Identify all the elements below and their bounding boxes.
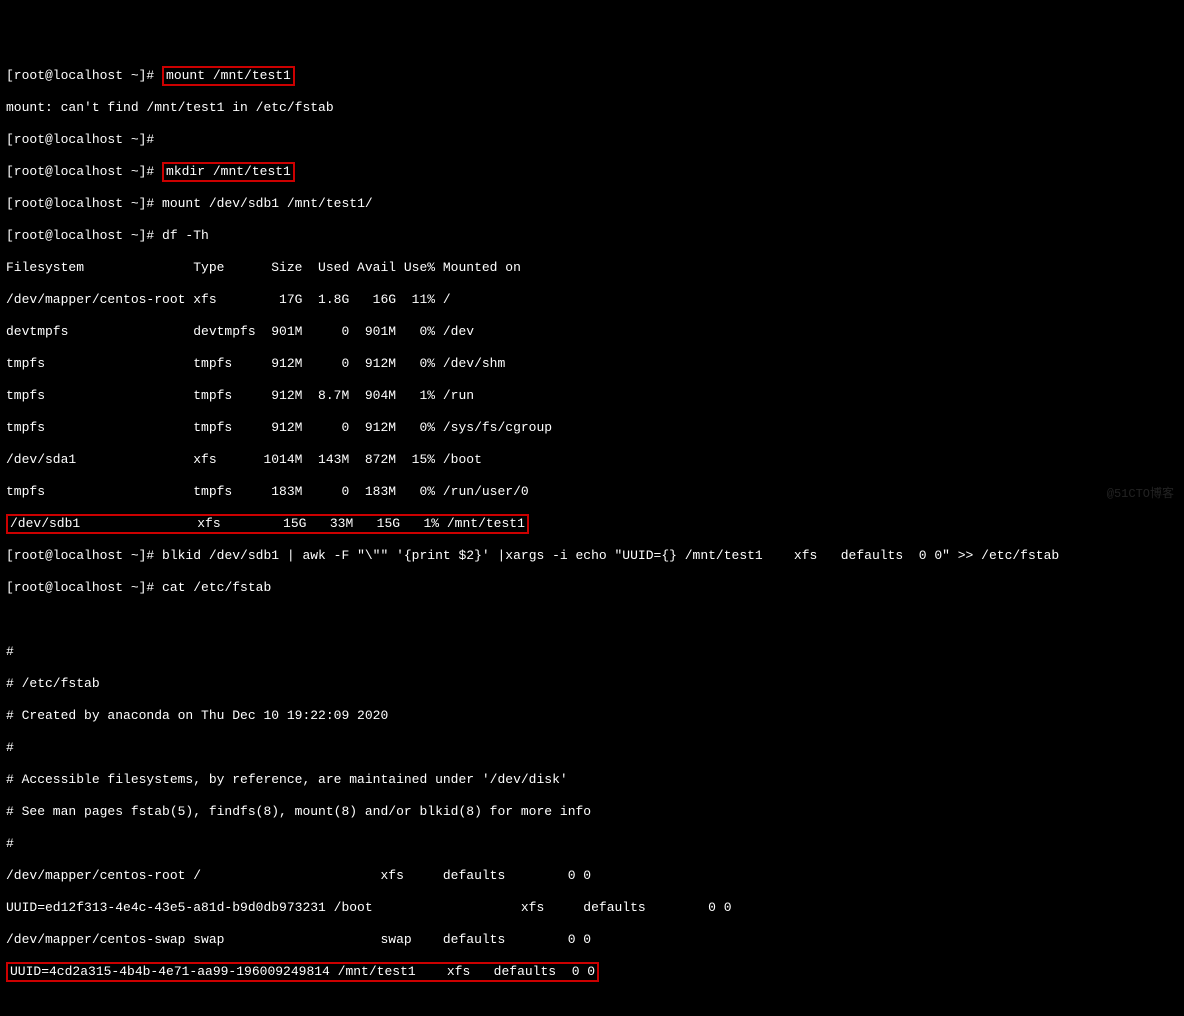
fstab-comment: # /etc/fstab [6,676,1178,692]
fstab-comment: # [6,740,1178,756]
prompt-line: [root@localhost ~]# mkdir /mnt/test1 [6,164,1178,180]
df-row: /dev/mapper/centos-root xfs 17G 1.8G 16G… [6,292,1178,308]
df-row: tmpfs tmpfs 183M 0 183M 0% /run/user/0 [6,484,1178,500]
prompt-line: [root@localhost ~]# df -Th [6,228,1178,244]
shell-prompt: [root@localhost ~]# [6,68,162,83]
df-header: Filesystem Type Size Used Avail Use% Mou… [6,260,1178,276]
watermark: @51CTO博客 [1107,486,1174,502]
df-row: tmpfs tmpfs 912M 8.7M 904M 1% /run [6,388,1178,404]
prompt-line: [root@localhost ~]# cat /etc/fstab [6,580,1178,596]
fstab-comment: # [6,836,1178,852]
cmd-blkid: blkid /dev/sdb1 | awk -F "\"" '{print $2… [162,548,1059,563]
fstab-comment: # Created by anaconda on Thu Dec 10 19:2… [6,708,1178,724]
cmd-mount2: mount /dev/sdb1 /mnt/test1/ [162,196,373,211]
shell-prompt: [root@localhost ~]# [6,580,162,595]
blank-line [6,612,1178,628]
prompt-line: [root@localhost ~]# blkid /dev/sdb1 | aw… [6,548,1178,564]
fstab-entry: UUID=ed12f313-4e4c-43e5-a81d-b9d0db97323… [6,900,1178,916]
shell-prompt: [root@localhost ~]# [6,548,162,563]
cmd-df: df -Th [162,228,209,243]
df-row: /dev/sda1 xfs 1014M 143M 872M 15% /boot [6,452,1178,468]
shell-prompt: [root@localhost ~]# [6,228,162,243]
output-mount-error: mount: can't find /mnt/test1 in /etc/fst… [6,100,1178,116]
fstab-entry: /dev/mapper/centos-swap swap swap defaul… [6,932,1178,948]
df-row: tmpfs tmpfs 912M 0 912M 0% /dev/shm [6,356,1178,372]
fstab-comment: # See man pages fstab(5), findfs(8), mou… [6,804,1178,820]
fstab-entry: /dev/mapper/centos-root / xfs defaults 0… [6,868,1178,884]
df-row-highlight-wrap: /dev/sdb1 xfs 15G 33M 15G 1% /mnt/test1 [6,516,1178,532]
fstab-entry-uuid-highlight: UUID=4cd2a315-4b4b-4e71-aa99-19600924981… [6,962,599,982]
fstab-entry-highlight-wrap: UUID=4cd2a315-4b4b-4e71-aa99-19600924981… [6,964,1178,980]
prompt-line: [root@localhost ~]# mount /mnt/test1 [6,68,1178,84]
cmd-mkdir-highlight: mkdir /mnt/test1 [162,162,295,182]
cmd-cat: cat /etc/fstab [162,580,271,595]
df-row: tmpfs tmpfs 912M 0 912M 0% /sys/fs/cgrou… [6,420,1178,436]
df-row: devtmpfs devtmpfs 901M 0 901M 0% /dev [6,324,1178,340]
df-row-sdb1-highlight: /dev/sdb1 xfs 15G 33M 15G 1% /mnt/test1 [6,514,529,534]
prompt-line: [root@localhost ~]# [6,132,1178,148]
shell-prompt: [root@localhost ~]# [6,196,162,211]
fstab-comment: # [6,644,1178,660]
shell-prompt: [root@localhost ~]# [6,164,162,179]
prompt-line: [root@localhost ~]# mount /dev/sdb1 /mnt… [6,196,1178,212]
cmd-mount-highlight: mount /mnt/test1 [162,66,295,86]
fstab-comment: # Accessible filesystems, by reference, … [6,772,1178,788]
